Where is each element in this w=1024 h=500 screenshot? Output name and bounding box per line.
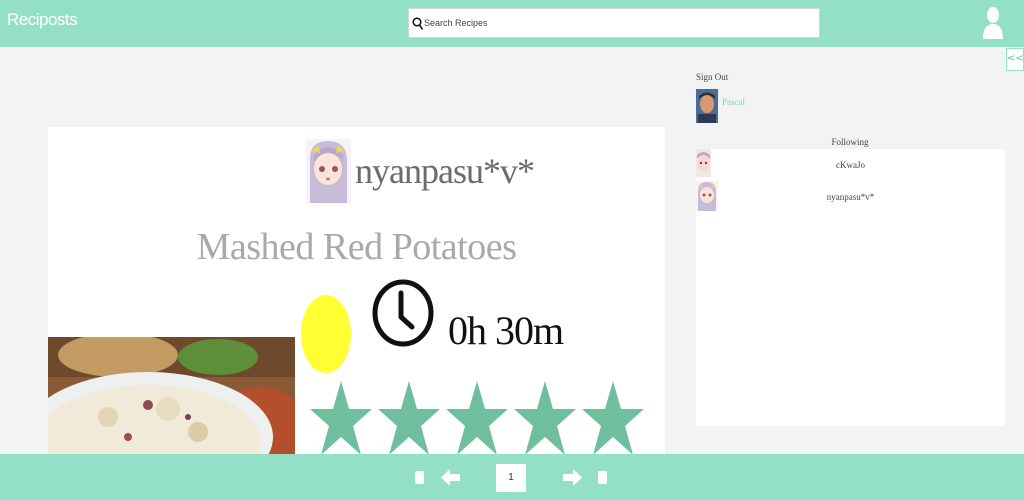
recipe-card[interactable]: nyanpasu*v* Mashed Red Potatoes 0h 30m — [48, 127, 665, 457]
star-icon[interactable] — [445, 379, 509, 457]
star-icon[interactable] — [581, 379, 645, 457]
difficulty-indicator — [301, 295, 351, 373]
search-icon — [412, 16, 423, 30]
prev-arrow-icon[interactable] — [441, 468, 460, 487]
recipe-photo[interactable] — [48, 337, 295, 457]
clock-icon — [372, 279, 434, 347]
user-icon[interactable] — [982, 5, 1004, 41]
star-icon[interactable] — [513, 379, 577, 457]
follower-name[interactable]: nyanpasu*v* — [696, 192, 1005, 202]
search-bar[interactable] — [408, 8, 820, 38]
following-list: cKwaJo nyanpasu*v* — [696, 149, 1005, 426]
brand-logo[interactable]: Reciposts — [7, 10, 78, 30]
star-icon[interactable] — [377, 379, 441, 457]
follower-avatar — [696, 149, 711, 177]
star-icon[interactable] — [309, 379, 373, 457]
author-name[interactable]: nyanpasu*v* — [355, 150, 535, 192]
top-bar: Reciposts — [0, 0, 1024, 47]
first-page-button[interactable] — [415, 471, 424, 484]
cook-time: 0h 30m — [448, 308, 564, 353]
last-page-button[interactable] — [598, 471, 607, 484]
rating-stars[interactable] — [309, 379, 645, 457]
following-heading: Following — [831, 137, 869, 147]
sidebar-collapse-button[interactable]: << — [1006, 48, 1024, 71]
search-input[interactable] — [424, 18, 804, 28]
recipe-title: Mashed Red Potatoes — [196, 226, 517, 268]
follower-avatar — [696, 181, 718, 211]
follower-name[interactable]: cKwaJo — [696, 160, 1005, 170]
sign-out-link[interactable]: Sign Out — [696, 72, 728, 82]
following-item[interactable]: cKwaJo — [696, 149, 1005, 181]
next-arrow-icon[interactable] — [563, 468, 582, 487]
recipe-author[interactable]: nyanpasu*v* — [306, 139, 535, 203]
current-user[interactable]: Pascal — [696, 89, 745, 123]
pagination-bar: 1 — [0, 454, 1024, 500]
username[interactable]: Pascal — [722, 97, 745, 107]
user-avatar — [696, 89, 718, 123]
following-item[interactable]: nyanpasu*v* — [696, 181, 1005, 213]
page-number[interactable]: 1 — [496, 464, 526, 492]
author-avatar — [306, 139, 351, 203]
